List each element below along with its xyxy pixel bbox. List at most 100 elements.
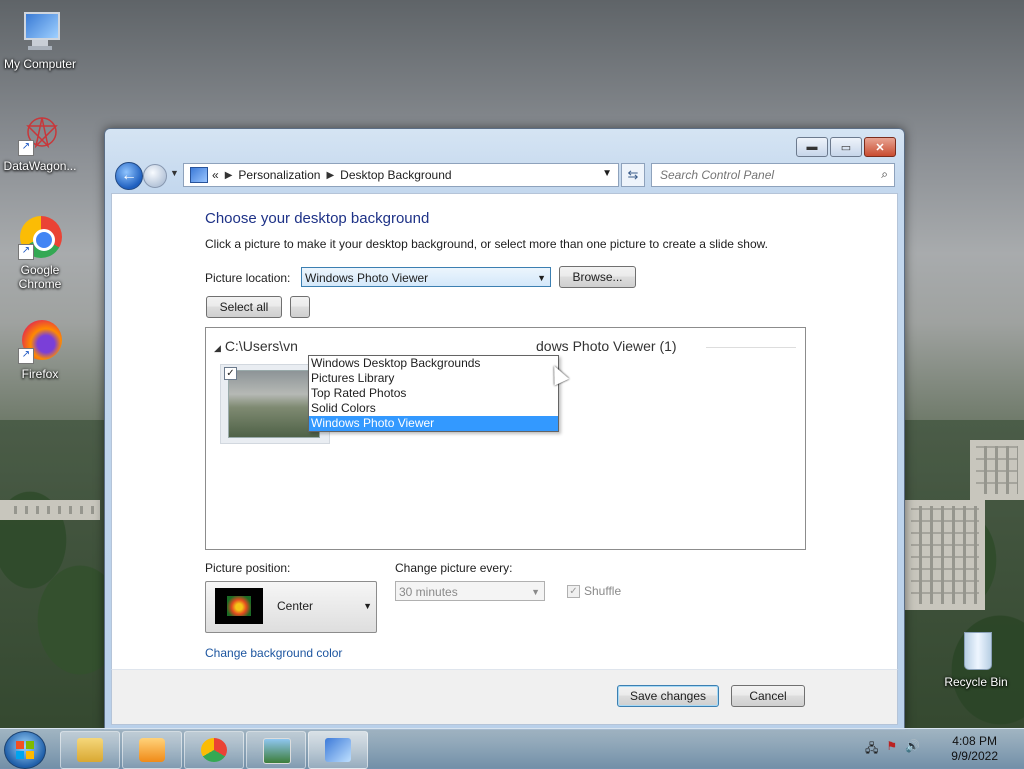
shuffle-label: Shuffle bbox=[584, 584, 622, 598]
taskbar-media-player[interactable] bbox=[122, 731, 182, 769]
cancel-button[interactable]: Cancel bbox=[731, 685, 805, 707]
recycle-bin-icon bbox=[954, 628, 998, 672]
select-all-button[interactable]: Select all bbox=[206, 296, 282, 318]
picture-location-select[interactable]: Windows Photo Viewer ▼ bbox=[301, 267, 551, 287]
clock-date: 9/9/2022 bbox=[951, 749, 998, 763]
wallpaper-building bbox=[970, 440, 1024, 500]
back-arrow-icon: ← bbox=[121, 167, 137, 184]
control-panel-icon bbox=[190, 167, 208, 183]
search-icon[interactable]: ⌕ bbox=[881, 167, 888, 182]
position-preview-image bbox=[215, 588, 263, 624]
taskbar-explorer[interactable] bbox=[60, 731, 120, 769]
picture-position-select[interactable]: Center ▼ bbox=[205, 581, 377, 633]
action-center-flag-icon[interactable]: ⚑ bbox=[886, 739, 897, 760]
address-dropdown-icon[interactable]: ▼ bbox=[602, 168, 612, 179]
search-box[interactable]: ⌕ bbox=[651, 163, 895, 187]
datawagon-icon: ↗ bbox=[18, 112, 62, 156]
close-button[interactable]: ✕ bbox=[864, 137, 896, 157]
breadcrumb-overflow[interactable]: « bbox=[212, 168, 219, 182]
desktop-icon-firefox[interactable]: ↗ Firefox bbox=[0, 320, 80, 381]
dropdown-arrow-icon: ▼ bbox=[531, 587, 540, 597]
forward-button[interactable] bbox=[143, 164, 167, 188]
desktop-icon-datawagon[interactable]: ↗ DataWagon... bbox=[0, 112, 80, 173]
dropdown-option-selected[interactable]: Windows Photo Viewer bbox=[309, 416, 558, 431]
picture-location-label: Picture location: bbox=[205, 271, 291, 285]
taskbar-chrome[interactable] bbox=[184, 731, 244, 769]
shortcut-arrow-icon: ↗ bbox=[18, 140, 34, 156]
control-panel-icon bbox=[325, 738, 351, 762]
breadcrumb-separator-icon[interactable]: ▶ bbox=[326, 170, 334, 181]
dropdown-arrow-icon: ▼ bbox=[537, 273, 546, 283]
thumbnail-checkbox[interactable]: ✓ bbox=[224, 367, 237, 380]
control-panel-window: ▬ ▭ ✕ ← ▼ « ▶ Personalization ▶ Desktop … bbox=[104, 128, 905, 730]
photo-viewer-icon bbox=[263, 738, 291, 764]
desktop-icon-label: My Computer bbox=[3, 57, 77, 71]
change-picture-every-label: Change picture every: bbox=[395, 561, 513, 575]
taskbar-photo-viewer[interactable] bbox=[246, 731, 306, 769]
taskbar-control-panel[interactable] bbox=[308, 731, 368, 769]
window-controls: ▬ ▭ ✕ bbox=[796, 137, 896, 157]
shuffle-option[interactable]: ✓ Shuffle bbox=[567, 584, 621, 598]
browse-button[interactable]: Browse... bbox=[559, 266, 636, 288]
navigation-bar: ← ▼ « ▶ Personalization ▶ Desktop Backgr… bbox=[113, 161, 898, 190]
desktop-icon-label: Google Chrome bbox=[18, 263, 62, 291]
clock-time: 4:08 PM bbox=[952, 734, 997, 748]
desktop-icon-label: Firefox bbox=[21, 367, 59, 381]
desktop-icon-label: Recycle Bin bbox=[944, 675, 1008, 689]
minimize-button[interactable]: ▬ bbox=[796, 137, 828, 157]
breadcrumb-personalization[interactable]: Personalization bbox=[238, 168, 320, 182]
shortcut-arrow-icon: ↗ bbox=[18, 348, 34, 364]
desktop-icon-label: DataWagon... bbox=[3, 159, 77, 173]
desktop-icon-my-computer[interactable]: My Computer bbox=[0, 10, 80, 71]
picture-location-value: Windows Photo Viewer bbox=[305, 271, 429, 285]
page-title: Choose your desktop background bbox=[205, 210, 430, 227]
dropdown-arrow-icon: ▼ bbox=[363, 601, 372, 611]
breadcrumb-separator-icon[interactable]: ▶ bbox=[225, 170, 233, 181]
refresh-button[interactable]: ⇆ bbox=[621, 163, 645, 187]
firefox-icon: ↗ bbox=[18, 320, 62, 364]
volume-icon[interactable]: 🔊 bbox=[905, 739, 920, 760]
address-bar[interactable]: « ▶ Personalization ▶ Desktop Background… bbox=[183, 163, 619, 187]
collapse-triangle-icon: ◢ bbox=[214, 343, 221, 353]
save-changes-button[interactable]: Save changes bbox=[617, 685, 719, 707]
change-picture-interval-select[interactable]: 30 minutes ▼ bbox=[395, 581, 545, 601]
breadcrumb-desktop-background[interactable]: Desktop Background bbox=[340, 168, 451, 182]
dropdown-option[interactable]: Windows Desktop Backgrounds bbox=[309, 356, 558, 371]
group-divider bbox=[706, 347, 796, 348]
group-header[interactable]: ◢ C:\Users\vn bbox=[214, 338, 298, 354]
desktop-icon-recycle-bin[interactable]: Recycle Bin bbox=[936, 628, 1016, 689]
maximize-button[interactable]: ▭ bbox=[830, 137, 862, 157]
recent-pages-chevron-icon[interactable]: ▼ bbox=[170, 168, 179, 178]
wallpaper-building bbox=[905, 500, 985, 610]
shuffle-checkbox[interactable]: ✓ bbox=[567, 584, 580, 598]
media-player-icon bbox=[139, 738, 165, 762]
dropdown-option[interactable]: Pictures Library bbox=[309, 371, 558, 386]
wallpaper-building bbox=[0, 500, 100, 520]
page-description: Click a picture to make it your desktop … bbox=[205, 237, 768, 251]
main-content: Choose your desktop background Click a p… bbox=[111, 193, 898, 670]
shortcut-arrow-icon: ↗ bbox=[18, 244, 34, 260]
computer-icon bbox=[18, 10, 62, 54]
chrome-icon: ↗ bbox=[18, 216, 62, 260]
chrome-icon bbox=[201, 738, 227, 762]
back-button[interactable]: ← bbox=[115, 162, 143, 190]
picture-position-value: Center bbox=[277, 599, 314, 613]
desktop-icon-chrome[interactable]: ↗ Google Chrome bbox=[0, 216, 80, 291]
clear-all-button[interactable] bbox=[290, 296, 310, 318]
picture-position-label: Picture position: bbox=[205, 561, 291, 575]
dropdown-option[interactable]: Top Rated Photos bbox=[309, 386, 558, 401]
search-input[interactable] bbox=[658, 164, 872, 186]
taskbar: 🖧 ⚑ 🔊 4:08 PM 9/9/2022 bbox=[0, 728, 1024, 769]
refresh-icon: ⇆ bbox=[627, 167, 639, 182]
folder-icon bbox=[77, 738, 103, 762]
dropdown-option[interactable]: Solid Colors bbox=[309, 401, 558, 416]
interval-value: 30 minutes bbox=[399, 585, 458, 599]
dialog-footer: Save changes Cancel bbox=[111, 669, 898, 725]
system-clock[interactable]: 4:08 PM 9/9/2022 bbox=[951, 734, 998, 764]
network-icon[interactable]: 🖧 bbox=[865, 739, 878, 760]
picture-location-dropdown-list: Windows Desktop Backgrounds Pictures Lib… bbox=[308, 355, 559, 432]
change-background-color-link[interactable]: Change background color bbox=[205, 646, 342, 660]
system-tray: 🖧 ⚑ 🔊 bbox=[865, 739, 920, 760]
group-path-left: C:\Users\vn bbox=[224, 338, 298, 354]
start-button[interactable] bbox=[4, 731, 46, 769]
